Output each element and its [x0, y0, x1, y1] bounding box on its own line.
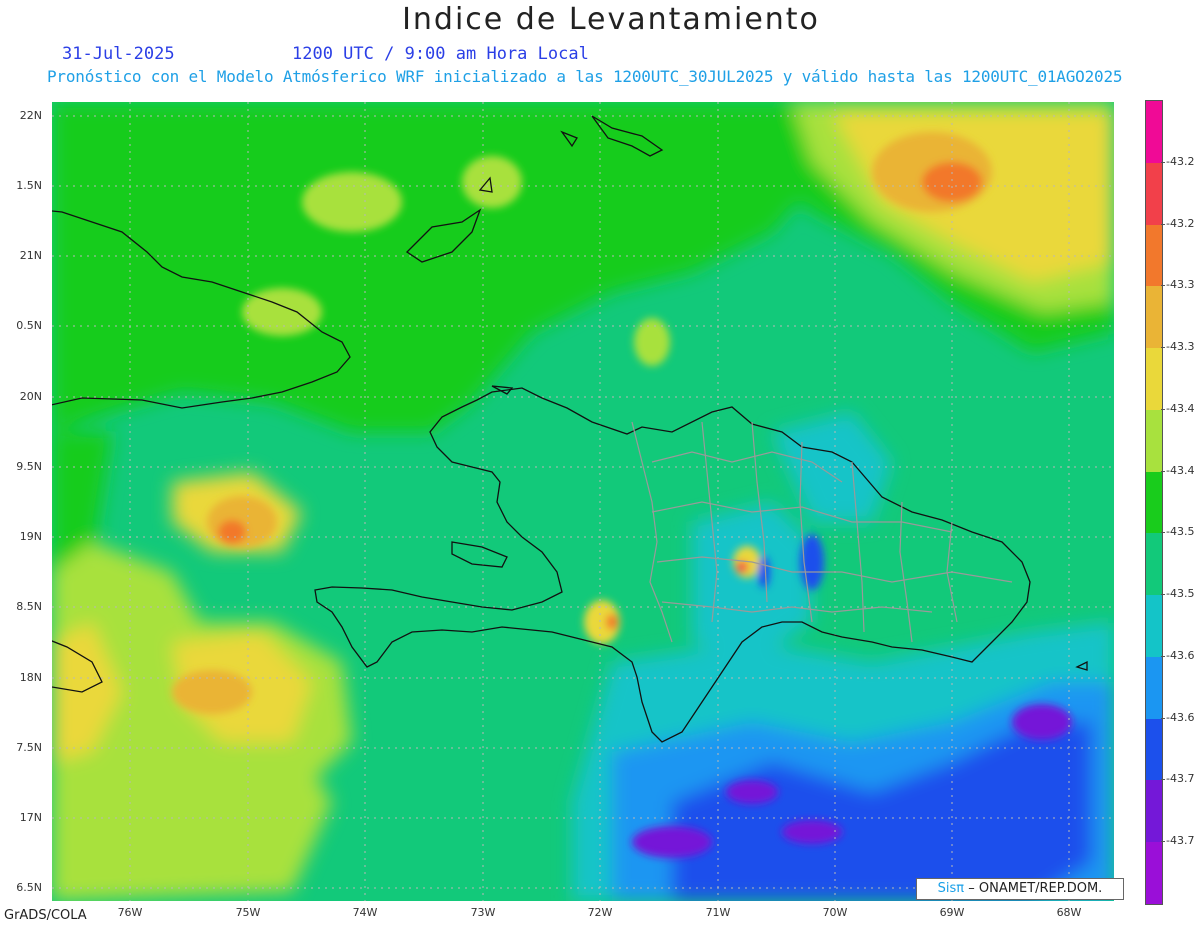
x-tick-label: 70W [822, 906, 848, 919]
colorbar-label: -43.4 [1166, 463, 1195, 477]
colorbar-tick [1161, 717, 1165, 719]
colorbar-segment [1146, 348, 1162, 411]
colorbar-tick [1161, 655, 1165, 657]
x-tick-label: 71W [705, 906, 731, 919]
colorbar-segment [1146, 656, 1162, 720]
colorbar-segment [1146, 471, 1162, 534]
lifted-index-map[interactable] [52, 102, 1114, 901]
y-tick-label: 21N [19, 249, 42, 262]
colorbar-tick [1161, 779, 1165, 781]
colorbar-label: -43.6 [1166, 648, 1195, 662]
colorbar-tick [1161, 408, 1165, 410]
colorbar-label: -43.2 [1166, 216, 1195, 230]
y-tick-label: 20N [19, 390, 42, 403]
colorbar-tick [1161, 470, 1165, 472]
map-canvas [52, 102, 1114, 901]
y-tick-label: 18N [19, 671, 42, 684]
colorbar-label: -43.6 [1166, 710, 1195, 724]
credit-box: Sisπ – ONAMET/REP.DOM. [916, 878, 1124, 900]
colorbar-tick [1161, 347, 1165, 349]
y-tick-label: 9.5N [16, 460, 42, 473]
x-tick-label: 73W [470, 906, 496, 919]
y-tick-label: 0.5N [16, 319, 42, 332]
x-tick-label: 69W [939, 906, 965, 919]
y-tick-label: 6.5N [16, 881, 42, 894]
colorbar-label: -43.7 [1166, 834, 1195, 848]
colorbar-tick [1161, 285, 1165, 287]
y-tick-label: 1.5N [16, 179, 42, 192]
colorbar-segment [1146, 286, 1162, 349]
colorbar-tick [1161, 223, 1165, 225]
footer-grads: GrADS/COLA [4, 908, 87, 923]
date-label: 31-Jul-2025 [62, 44, 175, 64]
y-tick-label: 22N [19, 109, 42, 122]
colorbar-tick [1161, 532, 1165, 534]
colorbar-segment [1146, 409, 1162, 473]
x-tick-label: 68W [1056, 906, 1082, 919]
colorbar-segment [1146, 842, 1162, 905]
colorbar-segment [1146, 101, 1162, 164]
x-tick-label: 74W [352, 906, 378, 919]
colorbar-label: -43.5 [1166, 525, 1195, 539]
y-tick-label: 19N [19, 530, 42, 543]
colorbar-label: -43.2 [1166, 154, 1195, 168]
credit-brand: Sisπ [937, 881, 965, 896]
colorbar-tick [1161, 161, 1165, 163]
colorbar-segment [1146, 718, 1162, 781]
credit-text: – ONAMET/REP.DOM. [968, 881, 1103, 896]
colorbar-segment [1146, 224, 1162, 287]
colorbar-label: -43.3 [1166, 340, 1195, 354]
x-tick-label: 76W [117, 906, 143, 919]
y-tick-label: 17N [19, 811, 42, 824]
colorbar-segment [1146, 780, 1162, 843]
colorbar-label: -43.3 [1166, 278, 1195, 292]
colorbar-segment [1146, 595, 1162, 658]
colorbar-segment [1146, 533, 1162, 596]
colorbar-segment [1146, 162, 1162, 226]
x-tick-label: 75W [235, 906, 261, 919]
colorbar-label: -43.4 [1166, 401, 1195, 415]
colorbar-tick [1161, 841, 1165, 843]
map-title: Indice de Levantamiento [402, 2, 820, 37]
forecast-description: Pronóstico con el Modelo Atmósferico WRF… [47, 67, 1123, 86]
colorbar-tick [1161, 594, 1165, 596]
colorbar-label: -43.5 [1166, 587, 1195, 601]
colorbar [1145, 100, 1163, 905]
y-tick-label: 8.5N [16, 600, 42, 613]
time-label: 1200 UTC / 9:00 am Hora Local [292, 44, 589, 64]
x-tick-label: 72W [587, 906, 613, 919]
colorbar-label: -43.7 [1166, 772, 1195, 786]
y-tick-label: 7.5N [16, 741, 42, 754]
